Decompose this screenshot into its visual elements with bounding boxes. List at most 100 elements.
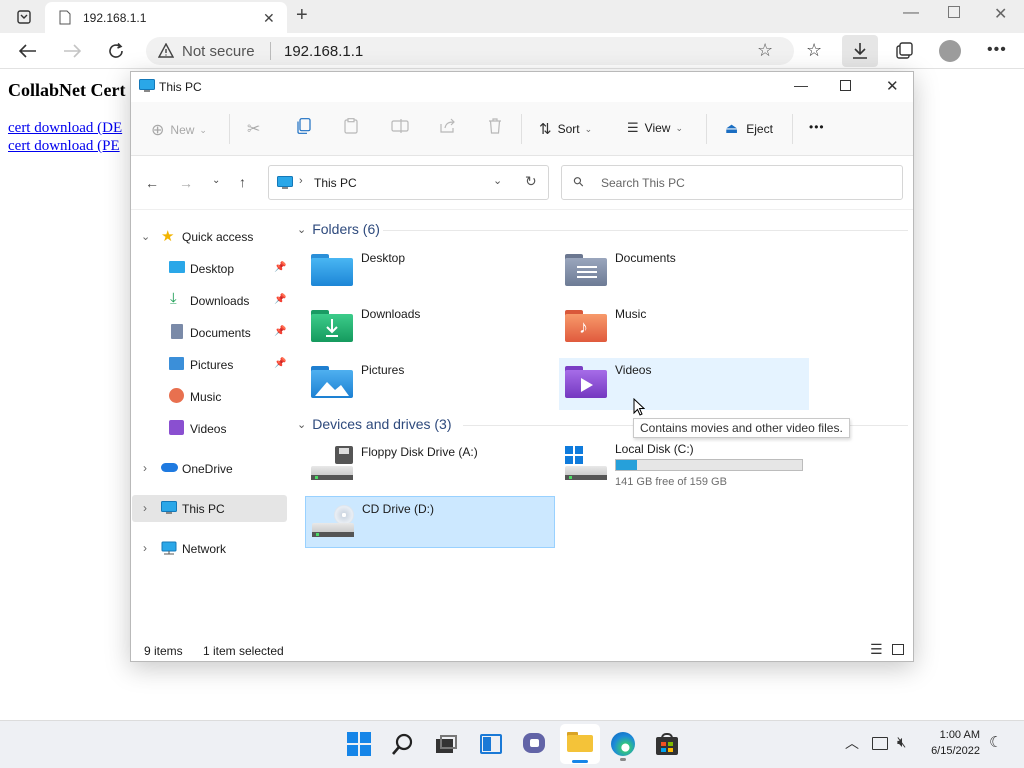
pin-icon[interactable]: 📌 — [274, 358, 286, 369]
chat-icon[interactable] — [523, 732, 547, 756]
nav-item-music[interactable]: Music — [132, 383, 287, 410]
chevron-down-icon: ⌄ — [297, 223, 307, 236]
nav-this-pc[interactable]: › This PC — [132, 495, 287, 522]
nav-item-desktop[interactable]: Desktop 📌 — [132, 255, 287, 282]
nav-network[interactable]: › Network — [132, 535, 287, 562]
address-dropdown-icon[interactable]: ⌄ — [493, 174, 502, 187]
delete-icon[interactable] — [488, 118, 502, 134]
drive-tile-local-disk[interactable]: Local Disk (C:) 141 GB free of 159 GB — [559, 440, 809, 494]
pin-icon[interactable]: 📌 — [274, 326, 286, 337]
details-view-icon[interactable]: ☰ — [870, 641, 883, 658]
sort-label: Sort — [557, 122, 580, 136]
taskbar-search-icon[interactable] — [391, 732, 415, 756]
breadcrumb-this-pc[interactable]: This PC — [314, 176, 357, 190]
minimize-icon[interactable]: — — [794, 77, 808, 93]
explorer-address-bar[interactable]: › This PC ⌄ ↻ — [268, 165, 549, 200]
cert-download-pem-link[interactable]: cert download (PE — [8, 138, 120, 155]
new-tab-icon[interactable]: + — [296, 4, 308, 27]
view-button[interactable]: ☰ View ⌄ — [627, 120, 683, 136]
nav-item-videos[interactable]: Videos — [132, 415, 287, 442]
search-box[interactable]: ⚲ Search This PC — [561, 165, 903, 200]
cd-drive-icon — [312, 503, 354, 537]
downloads-button[interactable] — [842, 35, 878, 67]
disk-usage-fill — [616, 460, 638, 470]
nav-item-label: Videos — [190, 422, 227, 436]
url-text[interactable]: 192.168.1.1 — [284, 43, 363, 60]
folder-tile-downloads[interactable]: Downloads — [305, 302, 555, 354]
browser-tab[interactable]: 192.168.1.1 ✕ — [45, 2, 287, 33]
folder-tile-pictures[interactable]: Pictures — [305, 358, 555, 410]
taskbar-explorer-button[interactable] — [560, 724, 600, 764]
profile-avatar-icon[interactable] — [939, 40, 961, 62]
refresh-icon[interactable] — [104, 40, 128, 62]
search-input[interactable]: Search This PC — [601, 176, 685, 190]
forward-icon[interactable] — [60, 40, 84, 62]
nav-forward-icon[interactable]: → — [179, 175, 193, 191]
warning-icon[interactable] — [156, 41, 176, 61]
nav-item-label: Desktop — [190, 262, 235, 276]
folder-label: Music — [615, 307, 647, 321]
browser-minimize-icon[interactable]: — — [903, 4, 919, 22]
browser-close-icon[interactable]: ✕ — [994, 4, 1007, 24]
sort-button[interactable]: ⇅ Sort ⌄ — [539, 120, 592, 138]
settings-more-icon[interactable]: ••• — [987, 41, 1007, 59]
back-icon[interactable] — [16, 40, 40, 62]
close-tab-icon[interactable]: ✕ — [263, 10, 275, 27]
desktop-folder-icon — [311, 252, 353, 286]
folders-group-header[interactable]: ⌄ Folders (6) — [297, 221, 380, 237]
cert-download-der-link[interactable]: cert download (DE — [8, 120, 122, 137]
nav-back-icon[interactable]: ← — [145, 175, 159, 191]
explorer-titlebar[interactable]: This PC — ✕ — [131, 72, 913, 102]
task-view-icon[interactable] — [434, 732, 458, 756]
folder-tile-videos[interactable]: Videos — [559, 358, 809, 410]
nav-item-downloads[interactable]: ⤓ Downloads 📌 — [132, 287, 287, 314]
rename-icon[interactable] — [391, 118, 409, 134]
tab-actions-icon[interactable] — [14, 7, 34, 27]
drive-tile-cd[interactable]: CD Drive (D:) — [305, 496, 555, 548]
sort-icon: ⇅ — [539, 121, 552, 138]
see-more-button[interactable]: ••• — [809, 120, 825, 134]
folder-tile-music[interactable]: ♪ Music — [559, 302, 809, 354]
nav-quick-access[interactable]: ⌄ ★ Quick access — [132, 223, 287, 250]
cut-icon[interactable]: ✂ — [247, 119, 260, 139]
nav-item-pictures[interactable]: Pictures 📌 — [132, 351, 287, 378]
clock-date[interactable]: 6/15/2022 — [918, 745, 980, 757]
chevron-down-icon: ⌄ — [141, 231, 151, 243]
favorite-add-icon[interactable]: ☆ — [757, 40, 773, 61]
browser-restore-icon[interactable] — [948, 6, 960, 18]
large-icons-view-icon[interactable] — [892, 644, 904, 655]
volume-muted-icon[interactable]: 🔇︎ — [897, 734, 906, 751]
show-hidden-icons-chevron[interactable]: ︿ — [845, 733, 859, 753]
collections-icon[interactable] — [893, 40, 915, 62]
paste-icon[interactable] — [344, 118, 358, 134]
plus-circle-icon: ⊕ — [151, 122, 165, 139]
pin-icon[interactable]: 📌 — [274, 294, 286, 305]
pin-icon[interactable]: 📌 — [274, 262, 286, 273]
drive-tile-floppy[interactable]: Floppy Disk Drive (A:) — [305, 440, 555, 492]
edge-icon[interactable] — [611, 732, 635, 761]
favorites-icon[interactable]: ☆ — [806, 40, 822, 61]
recent-locations-icon[interactable]: ⌄ — [212, 175, 220, 186]
close-icon[interactable]: ✕ — [886, 77, 899, 95]
nav-onedrive[interactable]: › OneDrive — [132, 455, 287, 482]
cmd-separator — [792, 114, 793, 144]
folder-tile-documents[interactable]: Documents — [559, 246, 809, 298]
store-icon[interactable] — [655, 732, 679, 756]
nav-network-label: Network — [182, 542, 227, 556]
clock-time[interactable]: 1:00 AM — [918, 729, 980, 741]
devices-group-header[interactable]: ⌄ Devices and drives (3) — [297, 416, 452, 432]
focus-assist-moon-icon[interactable]: ☾ — [989, 733, 1002, 751]
not-secure-label[interactable]: Not secure — [182, 43, 255, 60]
nav-up-icon[interactable]: ↑ — [239, 174, 246, 190]
refresh-icon[interactable]: ↻ — [525, 173, 537, 190]
start-windows-icon[interactable] — [347, 732, 371, 756]
new-button[interactable]: ⊕ New ⌄ — [151, 120, 207, 140]
folder-tile-desktop[interactable]: Desktop — [305, 246, 555, 298]
share-icon[interactable] — [440, 118, 456, 134]
nav-item-documents[interactable]: Documents 📌 — [132, 319, 287, 346]
maximize-icon[interactable] — [840, 80, 851, 91]
widgets-icon[interactable] — [479, 732, 503, 756]
eject-button[interactable]: ⏏ Eject — [725, 120, 773, 137]
copy-icon[interactable] — [297, 118, 311, 134]
network-status-icon[interactable] — [872, 737, 888, 750]
